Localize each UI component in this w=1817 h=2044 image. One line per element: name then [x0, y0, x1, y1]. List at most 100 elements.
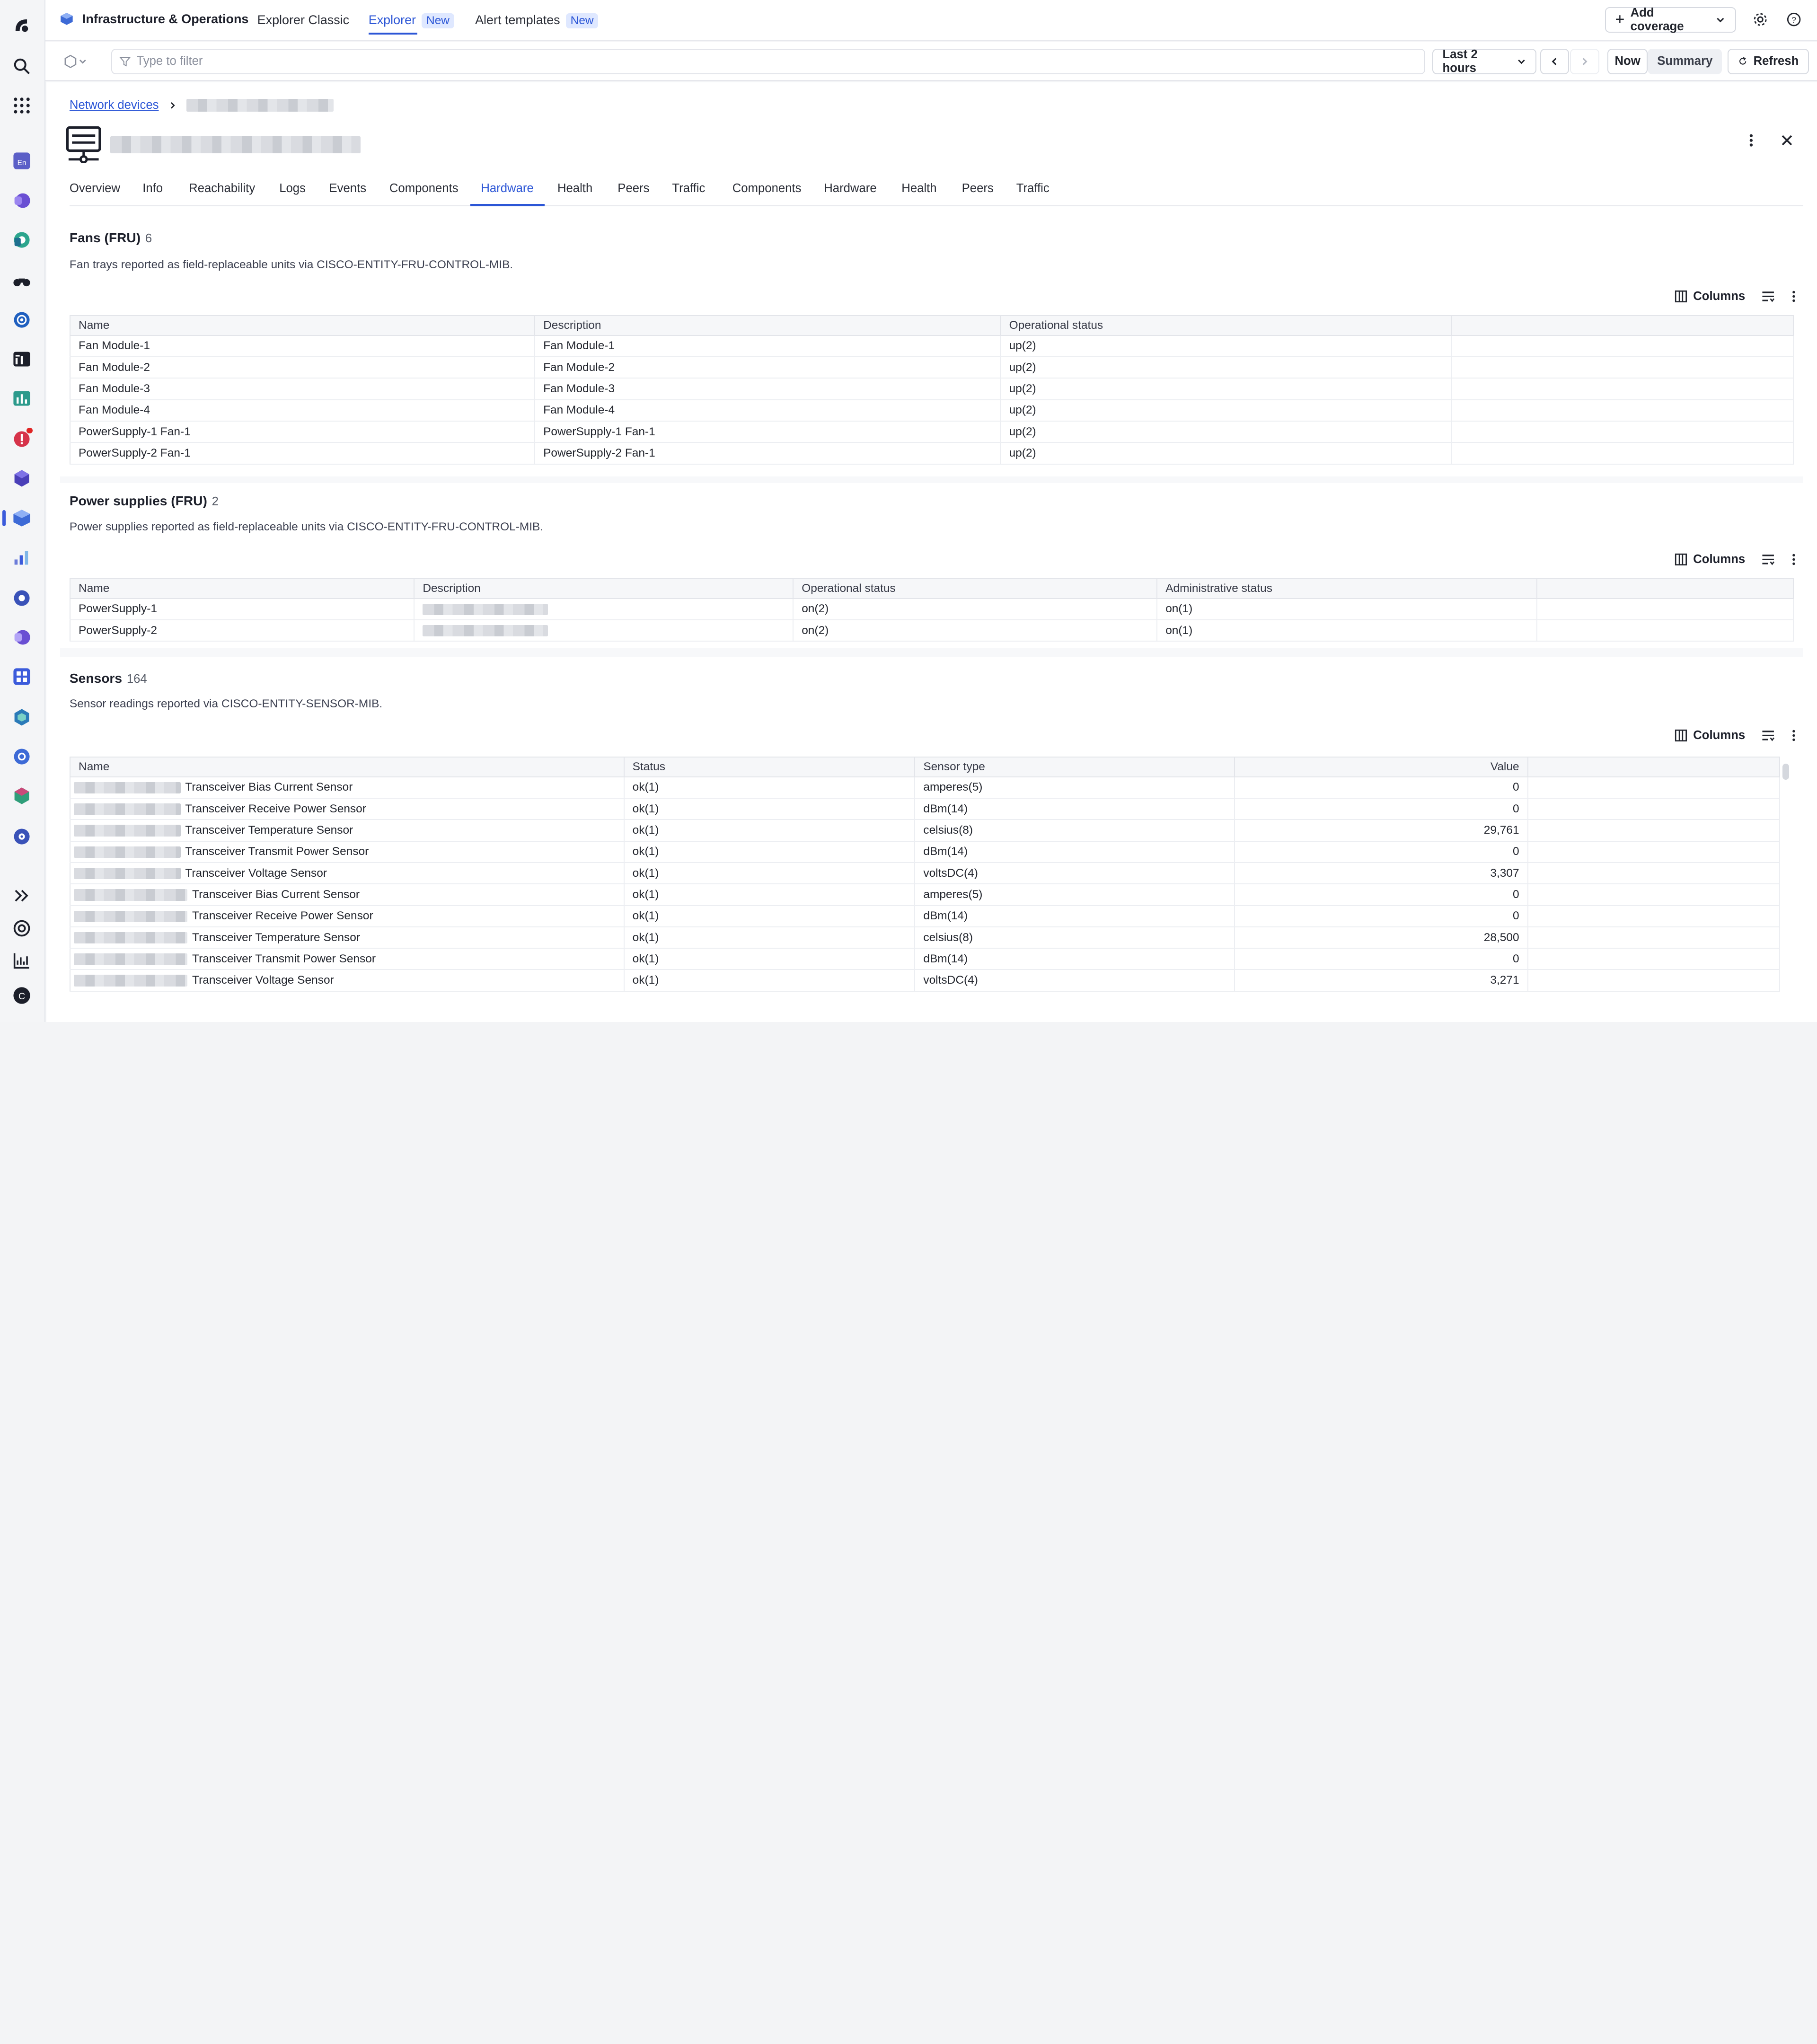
tab-logs[interactable]: Logs: [279, 182, 306, 195]
column-header[interactable]: Status: [624, 757, 915, 777]
binoculars-icon[interactable]: [10, 269, 34, 292]
column-header[interactable]: Name: [70, 757, 624, 777]
table-row[interactable]: Transceiver Transmit Power Sensorok(1)dB…: [70, 841, 1780, 863]
expand-icon[interactable]: [10, 884, 34, 907]
column-header[interactable]: Value: [1235, 757, 1528, 777]
column-header[interactable]: Sensor type: [915, 757, 1235, 777]
app-icon[interactable]: [10, 228, 34, 251]
timeframe-selector[interactable]: Last 2 hours: [1432, 49, 1536, 74]
tab-components[interactable]: Components: [389, 182, 459, 195]
tab-health[interactable]: Health: [557, 182, 592, 195]
column-header[interactable]: Name: [70, 316, 535, 335]
tab-explorer-classic[interactable]: Explorer Classic: [257, 13, 350, 27]
table-row[interactable]: Transceiver Voltage Sensorok(1)voltsDC(4…: [70, 969, 1780, 991]
breadcrumb-network-devices[interactable]: Network devices: [70, 98, 159, 112]
table-row[interactable]: Transceiver Transmit Power Sensorok(1)dB…: [70, 948, 1780, 969]
kubernetes-icon[interactable]: [10, 745, 34, 768]
column-header[interactable]: Name: [70, 579, 414, 599]
table-row[interactable]: PowerSupply-1on(2)on(1): [70, 599, 1793, 620]
tab-info[interactable]: Info: [142, 182, 163, 195]
row-density-button[interactable]: [1761, 290, 1775, 303]
tab-events[interactable]: Events: [329, 182, 366, 195]
tab-traffic-2[interactable]: Traffic: [1016, 182, 1050, 195]
tab-health-2[interactable]: Health: [901, 182, 936, 195]
app-icon[interactable]: [10, 189, 34, 212]
tab-traffic[interactable]: Traffic: [672, 182, 705, 195]
table-row[interactable]: Fan Module-1Fan Module-1up(2): [70, 335, 1793, 357]
table-row[interactable]: Fan Module-2Fan Module-2up(2): [70, 357, 1793, 378]
close-icon[interactable]: [1776, 130, 1797, 150]
timeframe-forward-button[interactable]: [1570, 49, 1599, 74]
sensors-title: Sensors164: [70, 671, 147, 686]
tab-hardware[interactable]: Hardware: [481, 182, 533, 195]
timeframe-back-button[interactable]: [1540, 49, 1569, 74]
table-row[interactable]: PowerSupply-1 Fan-1PowerSupply-1 Fan-1up…: [70, 421, 1793, 442]
alert-icon[interactable]: [10, 428, 34, 451]
chart-icon[interactable]: [10, 387, 34, 410]
app-brand[interactable]: Infrastructure & Operations: [59, 11, 249, 26]
row-density-button[interactable]: [1761, 729, 1775, 742]
column-header[interactable]: Description: [414, 579, 793, 599]
add-coverage-button[interactable]: + Add coverage: [1605, 7, 1736, 33]
summary-button[interactable]: Summary: [1648, 49, 1722, 74]
cube-icon[interactable]: [10, 784, 34, 808]
table-row[interactable]: Fan Module-4Fan Module-4up(2): [70, 400, 1793, 421]
app-icon[interactable]: [10, 308, 34, 331]
column-header[interactable]: Operational status: [793, 579, 1157, 599]
now-button[interactable]: Now: [1607, 49, 1648, 74]
tab-reachability[interactable]: Reachability: [189, 182, 255, 195]
table-row[interactable]: Transceiver Temperature Sensorok(1)celsi…: [70, 927, 1780, 948]
infrastructure-icon[interactable]: [10, 506, 34, 529]
tab-overview[interactable]: Overview: [70, 182, 120, 195]
filter-input[interactable]: Type to filter: [111, 49, 1425, 74]
app-window: En: [0, 0, 1817, 1022]
stats-icon[interactable]: [10, 949, 34, 972]
table-more-icon[interactable]: [1791, 290, 1796, 303]
column-header[interactable]: Description: [535, 316, 1000, 335]
terminal-icon[interactable]: [10, 348, 34, 371]
chart-icon[interactable]: [10, 546, 34, 569]
row-density-button[interactable]: [1761, 553, 1775, 566]
table-more-icon[interactable]: [1791, 729, 1796, 742]
app-icon[interactable]: [10, 626, 34, 649]
user-avatar-icon[interactable]: C: [10, 984, 34, 1007]
help-icon[interactable]: ?: [1783, 9, 1804, 30]
gear-icon[interactable]: [10, 825, 34, 848]
en-app-icon[interactable]: En: [10, 150, 34, 173]
table-row[interactable]: PowerSupply-2on(2)on(1): [70, 620, 1793, 641]
table-row[interactable]: Transceiver Bias Current Sensorok(1)ampe…: [70, 884, 1780, 905]
tab-hardware-2[interactable]: Hardware: [824, 182, 876, 195]
tab-alert-templates[interactable]: Alert templatesNew: [475, 13, 598, 28]
table-row[interactable]: Fan Module-3Fan Module-3up(2): [70, 378, 1793, 399]
search-icon[interactable]: [10, 54, 34, 78]
tab-peers[interactable]: Peers: [617, 182, 649, 195]
columns-button[interactable]: Columns: [1675, 729, 1745, 742]
segment-selector[interactable]: [57, 51, 94, 72]
refresh-button[interactable]: Refresh: [1728, 49, 1808, 74]
column-header[interactable]: Operational status: [1000, 316, 1451, 335]
columns-button[interactable]: Columns: [1675, 290, 1745, 303]
column-header[interactable]: Administrative status: [1157, 579, 1537, 599]
table-row[interactable]: Transceiver Receive Power Sensorok(1)dBm…: [70, 906, 1780, 927]
apps-grid-icon[interactable]: [10, 94, 34, 117]
help-icon[interactable]: [10, 916, 34, 940]
table-row[interactable]: Transceiver Receive Power Sensorok(1)dBm…: [70, 798, 1780, 819]
gear-icon[interactable]: [10, 586, 34, 609]
table-row[interactable]: Transceiver Temperature Sensorok(1)celsi…: [70, 819, 1780, 841]
columns-button[interactable]: Columns: [1675, 553, 1745, 566]
tab-components-2[interactable]: Components: [732, 182, 802, 195]
hexagon-icon[interactable]: [10, 705, 34, 729]
settings-gear-icon[interactable]: [1750, 9, 1771, 30]
table-row[interactable]: Transceiver Bias Current Sensorok(1)ampe…: [70, 777, 1780, 798]
cube-stack-icon[interactable]: [10, 467, 34, 490]
app-logo-icon[interactable]: [10, 14, 34, 37]
table-more-icon[interactable]: [1791, 553, 1796, 566]
grid-icon[interactable]: [10, 665, 34, 688]
tab-peers-2[interactable]: Peers: [962, 182, 994, 195]
sensors-table-viewport[interactable]: Name Status Sensor type Value Transceive…: [60, 757, 1803, 1022]
table-row[interactable]: PowerSupply-2 Fan-1PowerSupply-2 Fan-1up…: [70, 442, 1793, 464]
more-options-icon[interactable]: [1740, 130, 1761, 150]
table-row[interactable]: Transceiver Voltage Sensorok(1)voltsDC(4…: [70, 863, 1780, 884]
tab-explorer[interactable]: ExplorerNew: [369, 13, 454, 28]
vertical-scrollbar-thumb[interactable]: [1782, 764, 1790, 780]
